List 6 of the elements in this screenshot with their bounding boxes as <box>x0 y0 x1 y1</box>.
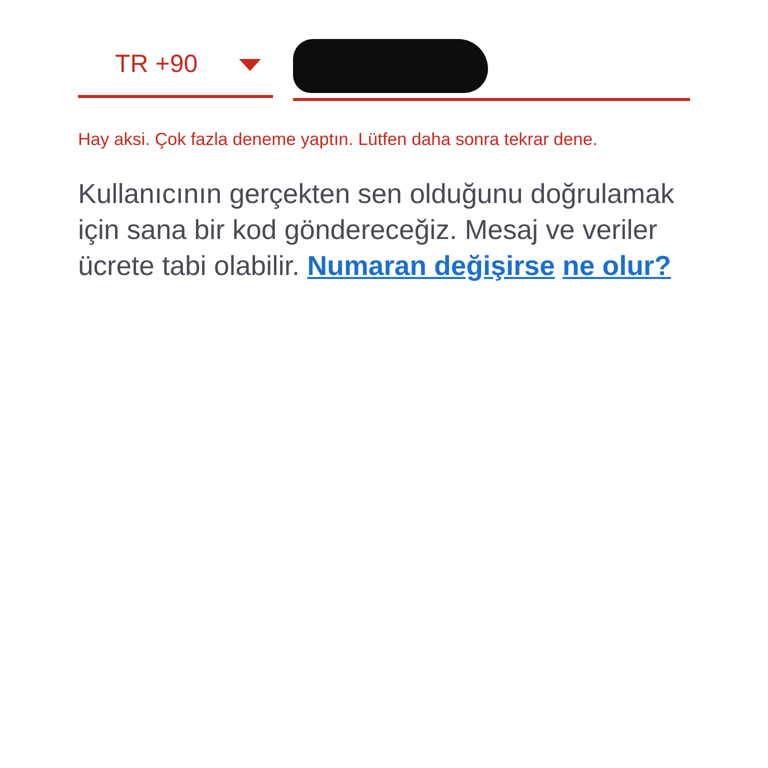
info-link[interactable]: Numaran değişirse <box>307 250 555 281</box>
info-link[interactable]: ne olur? <box>562 250 672 281</box>
country-code-dropdown[interactable]: TR +90 <box>78 34 273 98</box>
info-text: Kullanıcının gerçekten sen olduğunu doğrulamak için sana bir kod göndereceğiz. Mesaj ve veriler ücrete tabi olabilir. Numaran değişirse ne olur? <box>78 177 676 283</box>
error-message: Hay aksi. Çok fazla deneme yaptın. Lütfen daha sonra tekrar dene. <box>78 129 598 150</box>
caret-icon <box>239 58 261 70</box>
